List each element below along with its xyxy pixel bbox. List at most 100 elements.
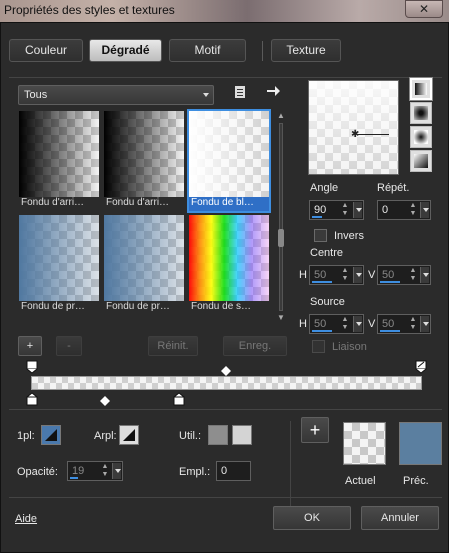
linear-style-button[interactable] xyxy=(409,77,433,101)
close-icon: ✕ xyxy=(418,2,430,16)
gradient-thumb[interactable]: Fondu de pr… xyxy=(104,215,184,315)
source-h-dropdown[interactable] xyxy=(353,316,362,332)
stepper-arrows-icon[interactable]: ▲ ▼ xyxy=(408,316,418,332)
angle-dropdown[interactable] xyxy=(353,202,362,218)
current-label: Actuel xyxy=(345,475,376,487)
dialog: Couleur Dégradé Motif Texture Tous Fondu… xyxy=(0,22,449,553)
angle-handle[interactable] xyxy=(357,134,389,135)
gradient-caption: Fondu de bl… xyxy=(189,197,269,211)
center-h-label: H xyxy=(299,269,307,281)
close-button[interactable]: ✕ xyxy=(405,0,443,18)
remove-gradient-button[interactable]: - xyxy=(56,336,82,356)
tab-motif[interactable]: Motif xyxy=(169,39,246,62)
title-bar: Propriétés des styles et textures ✕ xyxy=(0,0,449,22)
tab-texture[interactable]: Texture xyxy=(271,39,341,62)
location-field[interactable]: 0 xyxy=(216,461,251,481)
center-v-dropdown[interactable] xyxy=(420,267,429,283)
angle-fill xyxy=(312,216,322,218)
center-h-value: 50 xyxy=(314,269,327,281)
center-v-label: V xyxy=(368,269,376,281)
ok-button[interactable]: OK xyxy=(273,506,351,530)
opacity-stepper[interactable]: 19 ▲ ▼ xyxy=(67,461,123,481)
center-v-value: 50 xyxy=(382,269,395,281)
gradient-editor-bar[interactable] xyxy=(31,376,422,390)
gradient-caption: Fondu d'arri… xyxy=(21,197,85,208)
stepper-arrows-icon[interactable]: ▲ ▼ xyxy=(340,316,350,332)
color-midpoint-icon[interactable] xyxy=(100,396,110,408)
divider xyxy=(9,77,442,78)
gradient-scrollbar[interactable]: ▲ ▼ xyxy=(274,111,288,323)
category-select[interactable]: Tous xyxy=(18,85,214,105)
angle-value: 90 xyxy=(314,204,327,216)
stepper-arrows-icon[interactable]: ▲ ▼ xyxy=(340,267,350,283)
gradient-preview xyxy=(189,111,269,197)
gradient-preview xyxy=(19,215,99,301)
source-h-fill xyxy=(312,330,332,332)
source-h-stepper[interactable]: 50 ▲ ▼ xyxy=(309,314,364,334)
gradient-angle-preview[interactable]: ✱ xyxy=(308,80,399,175)
scroll-down-icon[interactable]: ▼ xyxy=(275,313,287,323)
gradient-thumb[interactable]: Fondu de s… xyxy=(189,215,269,315)
scroll-up-icon[interactable]: ▲ xyxy=(275,111,287,121)
add-gradient-button[interactable]: + xyxy=(18,336,42,356)
opacity-stop-right[interactable] xyxy=(415,360,427,374)
source-v-stepper[interactable]: 50 ▲ ▼ xyxy=(377,314,431,334)
tab-couleur[interactable]: Couleur xyxy=(9,39,83,62)
repeat-stepper[interactable]: 0 ▲ ▼ xyxy=(377,200,431,220)
add-to-swatches-button[interactable]: + xyxy=(301,417,329,443)
gradient-thumb[interactable]: Fondu d'arri… xyxy=(19,111,99,211)
gradient-thumb[interactable]: Fondu d'arri… xyxy=(104,111,184,211)
repeat-value: 0 xyxy=(382,204,389,216)
util-color-1[interactable] xyxy=(208,425,228,445)
help-link[interactable]: Aide xyxy=(15,513,37,525)
center-h-stepper[interactable]: 50 ▲ ▼ xyxy=(309,265,364,285)
stop-type-label: 1pl: xyxy=(17,430,35,442)
scroll-thumb[interactable] xyxy=(278,229,284,247)
repeat-dropdown[interactable] xyxy=(420,202,429,218)
link-checkbox[interactable] xyxy=(312,340,325,353)
stepper-arrows-icon[interactable]: ▲ ▼ xyxy=(340,202,350,218)
stop-type-icon[interactable] xyxy=(41,425,61,445)
stepper-arrows-icon[interactable]: ▲ ▼ xyxy=(408,267,418,283)
gradient-thumb[interactable]: Fondu de pr… xyxy=(19,215,99,315)
sunburst-style-button[interactable] xyxy=(410,150,432,172)
opacity-stop-left[interactable] xyxy=(26,360,38,374)
invert-checkbox[interactable] xyxy=(314,229,327,242)
source-v-dropdown[interactable] xyxy=(420,316,429,332)
arrow-right-icon[interactable] xyxy=(263,83,283,103)
current-gradient-swatch[interactable] xyxy=(343,422,386,465)
rectangular-style-button[interactable] xyxy=(410,102,432,124)
stepper-arrows-icon[interactable]: ▲ ▼ xyxy=(408,202,418,218)
radial-gradient-icon xyxy=(414,130,428,144)
opacity-dropdown[interactable] xyxy=(112,463,121,479)
angle-stepper[interactable]: 90 ▲ ▼ xyxy=(309,200,364,220)
gradient-thumb[interactable]: Fondu de bl… xyxy=(187,109,271,213)
color-stop-left[interactable] xyxy=(26,392,38,406)
stepper-arrows-icon[interactable]: ▲ ▼ xyxy=(100,463,110,479)
radial-style-button[interactable] xyxy=(410,126,432,148)
empl-label: Empl.: xyxy=(179,466,211,478)
source-h-value: 50 xyxy=(314,318,327,330)
center-v-stepper[interactable]: 50 ▲ ▼ xyxy=(377,265,431,285)
invert-label: Invers xyxy=(334,230,364,242)
tab-divider xyxy=(262,41,263,61)
library-icon[interactable] xyxy=(231,85,249,103)
divider xyxy=(9,409,442,410)
center-h-dropdown[interactable] xyxy=(353,267,362,283)
gradient-preview xyxy=(19,111,99,197)
gradient-caption: Fondu de pr… xyxy=(21,301,85,312)
source-v-value: 50 xyxy=(382,318,395,330)
tab-degrade[interactable]: Dégradé xyxy=(89,39,162,62)
source-v-fill xyxy=(380,330,400,332)
scroll-track[interactable] xyxy=(279,123,283,311)
save-button[interactable]: Enreg. xyxy=(223,336,287,356)
location-value: 0 xyxy=(221,465,228,477)
previous-style-swatch[interactable] xyxy=(399,422,442,465)
color-stop-right[interactable] xyxy=(173,392,185,406)
arpl-icon[interactable] xyxy=(119,425,139,445)
util-color-2[interactable] xyxy=(232,425,252,445)
center-h-fill xyxy=(312,281,332,283)
source-v-label: V xyxy=(368,318,376,330)
cancel-button[interactable]: Annuler xyxy=(361,506,439,530)
reset-button[interactable]: Réinit. xyxy=(148,336,198,356)
